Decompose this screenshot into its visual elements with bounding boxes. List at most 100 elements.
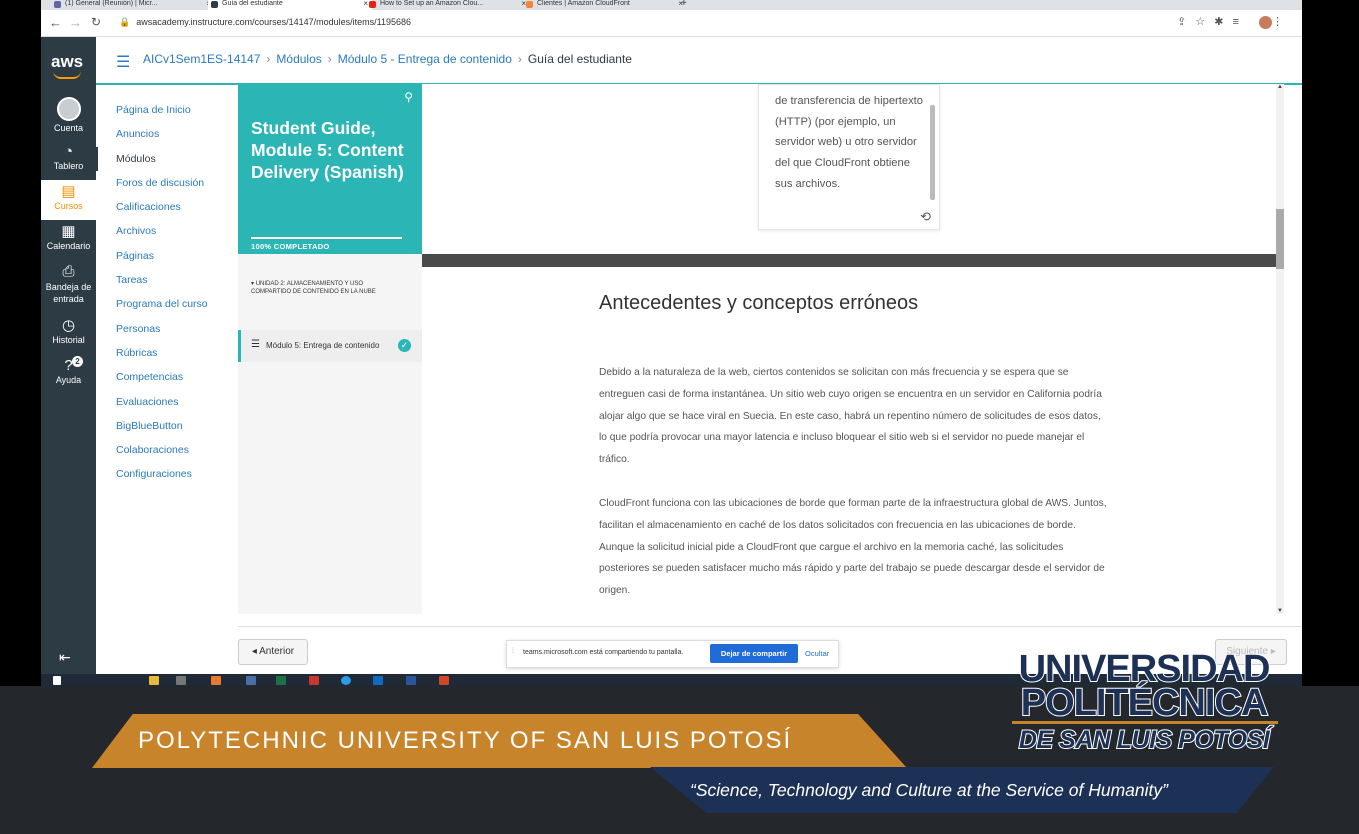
word-icon[interactable] [406, 676, 416, 685]
back-icon[interactable]: ← [49, 15, 62, 30]
drag-handle-icon[interactable]: ⁞ [512, 648, 514, 655]
university-name-en: POLYTECHNIC UNIVERSITY OF SAN LUIS POTOS… [138, 727, 793, 754]
aws-logo[interactable]: aws [51, 52, 83, 72]
hide-share-bar-button[interactable]: Ocultar [805, 649, 829, 658]
previous-button[interactable]: ◂ Anterior [238, 639, 308, 665]
breadcrumb-modules[interactable]: Módulos [276, 52, 321, 66]
course-header: ☰ AICv1Sem1ES-14147 › Módulos › Módulo 5 - E… [96, 37, 1302, 85]
nav-courses[interactable]: ▤ Cursos [41, 180, 96, 220]
inbox-icon: ⎙ [62, 263, 75, 280]
section-heading: Antecedentes y conceptos erróneos [599, 292, 919, 314]
dashboard-icon: ◔ [63, 143, 74, 160]
history-icon: ◷ [61, 317, 76, 334]
nav-dashboard[interactable]: ◔ Tablero [41, 144, 96, 182]
app-icon[interactable] [246, 676, 256, 685]
breadcrumb-module[interactable]: Módulo 5 - Entrega de contenido [338, 52, 512, 66]
screen-share-bar: ⁞ teams.microsoft.com está compartiendo … [506, 640, 839, 668]
course-nav-pages[interactable]: Páginas⊘ [96, 244, 251, 268]
unit-heading[interactable]: ▾ UNIDAD 2: ALMACENAMIENTO Y USO COMPART… [251, 280, 401, 296]
scroll-down-icon[interactable]: ▼ [1277, 608, 1283, 614]
nav-history[interactable]: ◷ Historial [41, 318, 96, 352]
module-header: ⚲ Student Guide, Module 5: Content Deliv… [238, 84, 422, 254]
lock-icon: 🔒 [119, 17, 131, 27]
calendar-icon: ▦ [61, 223, 76, 240]
course-nav-outcomes[interactable]: Competencias⊘ [96, 365, 251, 389]
app-icon[interactable] [176, 676, 186, 685]
course-nav-grades[interactable]: Calificaciones [96, 195, 236, 219]
course-nav-collaborations[interactable]: Colaboraciones⊘ [96, 438, 251, 462]
file-explorer-icon[interactable] [149, 676, 159, 685]
module-title: Student Guide, Module 5: Content Deliver… [251, 118, 404, 182]
definition-popup: de transferencia de hipertexto (HTTP) (p… [758, 84, 940, 230]
paragraph: Debido a la naturaleza de la web, cierto… [599, 367, 1102, 466]
new-tab-button[interactable]: + [681, 0, 695, 10]
help-icon: ? [64, 357, 73, 374]
powerpoint-icon[interactable] [309, 676, 319, 685]
university-logo: UNIVERSIDAD POLITÉCNICA DE SAN LUIS POTO… [1004, 647, 1284, 760]
nav-account[interactable]: Cuenta [41, 97, 96, 135]
scrollbar-thumb[interactable] [1276, 209, 1284, 269]
global-navigation: aws Cuenta ◔ Tablero ▤ Cursos ▦ Calendar… [41, 37, 96, 686]
app-icon[interactable] [439, 676, 449, 685]
popup-text: de transferencia de hipertexto (HTTP) (p… [775, 95, 924, 190]
course-nav-assignments[interactable]: Tareas⊘ [96, 268, 251, 292]
collapse-nav-icon[interactable]: ⇤ [59, 649, 71, 666]
content-scrollbar[interactable]: ▲ ▼ [1276, 84, 1284, 614]
course-nav-discussions[interactable]: Foros de discusión [96, 171, 236, 195]
breadcrumb-separator-icon: › [517, 52, 522, 66]
browser-tab-active[interactable]: Guía del estudiante × [208, 0, 372, 10]
youtube-icon [369, 1, 376, 8]
progress-label: 100% COMPLETADO [251, 242, 330, 251]
course-navigation: Página de Inicio Anuncios⊘ Módulos Foros… [96, 98, 251, 487]
canvas-icon [211, 1, 218, 8]
course-nav-files[interactable]: Archivos⊘ [96, 219, 251, 243]
browser-tab[interactable]: (1) General (Reunión) | Micr...× [51, 0, 215, 10]
content-frame: de transferencia de hipertexto (HTTP) (p… [422, 84, 1276, 614]
course-nav-quizzes[interactable]: Evaluaciones⊘ [96, 390, 251, 414]
url-field[interactable]: 🔒 awsacademy.instructure.com/courses/1414… [119, 17, 411, 28]
flip-card-icon[interactable]: ⟲ [920, 209, 931, 225]
account-icon [56, 97, 81, 121]
nav-calendar[interactable]: ▦ Calendario [41, 224, 96, 258]
app-icon[interactable] [211, 676, 221, 685]
outlook-icon[interactable] [373, 676, 383, 685]
paragraph: CloudFront funciona con las ubicaciones … [599, 498, 1107, 597]
scroll-up-icon[interactable]: ▲ [1277, 84, 1283, 90]
course-nav-modules[interactable]: Módulos [96, 146, 236, 171]
browser-tab[interactable]: Clientes | Amazon CloudFront × [523, 0, 687, 10]
logo-line-3: DE SAN LUIS POTOSÍ [1018, 725, 1271, 755]
excel-icon[interactable] [276, 676, 286, 685]
breadcrumb-current: Guía del estudiante [527, 52, 632, 66]
popup-scrollbar[interactable] [930, 105, 935, 200]
breadcrumb-course[interactable]: AICv1Sem1ES-14147 [143, 52, 260, 66]
course-nav-rubrics[interactable]: Rúbricas⊘ [96, 341, 251, 365]
logo-rule [1012, 721, 1278, 724]
search-icon[interactable]: ⚲ [404, 90, 413, 104]
module-item-active[interactable]: ☰ Módulo 5: Entrega de contenido ✓ [238, 330, 422, 362]
course-nav-home[interactable]: Página de Inicio [96, 98, 236, 122]
forward-icon[interactable]: → [69, 15, 82, 30]
shared-screen: (1) General (Reunión) | Micr...× Guía de… [41, 0, 1302, 686]
stop-sharing-button[interactable]: Dejar de compartir [710, 644, 798, 663]
university-motto: “Science, Technology and Culture at the … [690, 780, 1168, 800]
aws-smile-icon [53, 71, 81, 79]
reload-icon[interactable]: ↻ [91, 15, 101, 29]
course-nav-settings[interactable]: Configuraciones [96, 462, 236, 486]
course-nav-syllabus[interactable]: Programa del curso⊘ [96, 292, 251, 317]
browser-toolbar-icons[interactable]: ⇪☆✱≡ ⋮ [1177, 15, 1292, 28]
module-panel: ⚲ Student Guide, Module 5: Content Deliv… [238, 84, 422, 614]
address-bar-row: ← → ↻ 🔒 awsacademy.instructure.com/course… [41, 10, 1302, 37]
course-nav-announcements[interactable]: Anuncios⊘ [96, 122, 251, 146]
browser-tab[interactable]: How to Set up an Amazon Clou... × [366, 0, 530, 10]
page-lines-icon: ☰ [251, 339, 260, 350]
windows-start-icon[interactable] [53, 676, 61, 685]
logo-line-2: POLITÉCNICA [1020, 681, 1270, 725]
nav-help[interactable]: ? 2 Ayuda [41, 356, 96, 392]
chrome-icon[interactable] [341, 676, 351, 685]
course-nav-bigbluebutton[interactable]: BigBlueButton⊘ [96, 414, 251, 438]
nav-inbox[interactable]: ⎙ Bandeja de entrada [41, 264, 96, 312]
hamburger-menu-icon[interactable]: ☰ [116, 52, 130, 72]
breadcrumb-separator-icon: › [266, 52, 271, 66]
course-nav-people[interactable]: Personas⊘ [96, 317, 251, 341]
teams-icon [54, 1, 61, 8]
